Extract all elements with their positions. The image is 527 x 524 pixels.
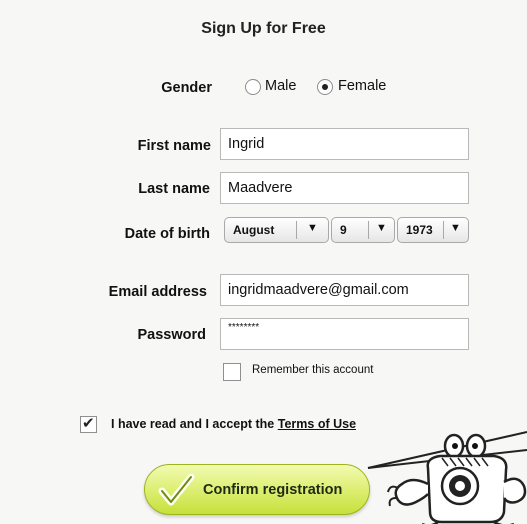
dob-month-select[interactable]: August ▼ xyxy=(224,217,329,243)
password-input[interactable]: ******** xyxy=(220,318,469,350)
gender-male-radio[interactable] xyxy=(245,79,261,95)
email-input[interactable] xyxy=(220,274,469,306)
email-label: Email address xyxy=(108,284,207,300)
dob-day-select[interactable]: 9 ▼ xyxy=(331,217,395,243)
dob-day-divider xyxy=(368,221,369,239)
triangle-down-icon: ▼ xyxy=(307,222,318,234)
terms-checkbox[interactable]: ✔ xyxy=(80,415,97,433)
last-name-label: Last name xyxy=(138,181,210,197)
gender-label: Gender xyxy=(161,80,212,96)
confirm-registration-label: Confirm registration xyxy=(203,482,343,498)
dob-label: Date of birth xyxy=(124,226,210,242)
gender-female-label[interactable]: Female xyxy=(338,78,386,94)
gender-female-radio[interactable] xyxy=(317,79,333,95)
dob-year-value: 1973 xyxy=(406,223,433,237)
camera-mascot-icon xyxy=(387,433,527,524)
terms-text: I have read and I accept the Terms of Us… xyxy=(111,417,356,431)
triangle-down-icon: ▼ xyxy=(450,222,461,234)
dob-day-value: 9 xyxy=(340,223,347,237)
remember-checkbox[interactable] xyxy=(223,363,241,381)
terms-prefix: I have read and I accept the xyxy=(111,417,275,431)
terms-of-use-link[interactable]: Terms of Use xyxy=(278,417,356,431)
dob-year-divider xyxy=(443,221,444,239)
dob-year-select[interactable]: 1973 ▼ xyxy=(397,217,469,243)
remember-label: Remember this account xyxy=(252,364,374,376)
gender-male-label[interactable]: Male xyxy=(265,78,296,94)
confirm-registration-button[interactable]: Confirm registration xyxy=(144,464,370,515)
dob-month-value: August xyxy=(233,223,275,237)
password-label: Password xyxy=(137,327,207,343)
form-title: Sign Up for Free xyxy=(201,20,326,37)
dob-month-divider xyxy=(296,221,297,239)
triangle-down-icon: ▼ xyxy=(376,222,387,234)
signup-panel: Sign Up for Free Gender Male Female Firs… xyxy=(0,0,527,524)
checkmark-icon: ✔ xyxy=(82,415,95,432)
last-name-input[interactable] xyxy=(220,172,469,204)
first-name-label: First name xyxy=(137,138,211,154)
first-name-input[interactable] xyxy=(220,128,469,160)
checkmark-icon xyxy=(158,473,195,506)
